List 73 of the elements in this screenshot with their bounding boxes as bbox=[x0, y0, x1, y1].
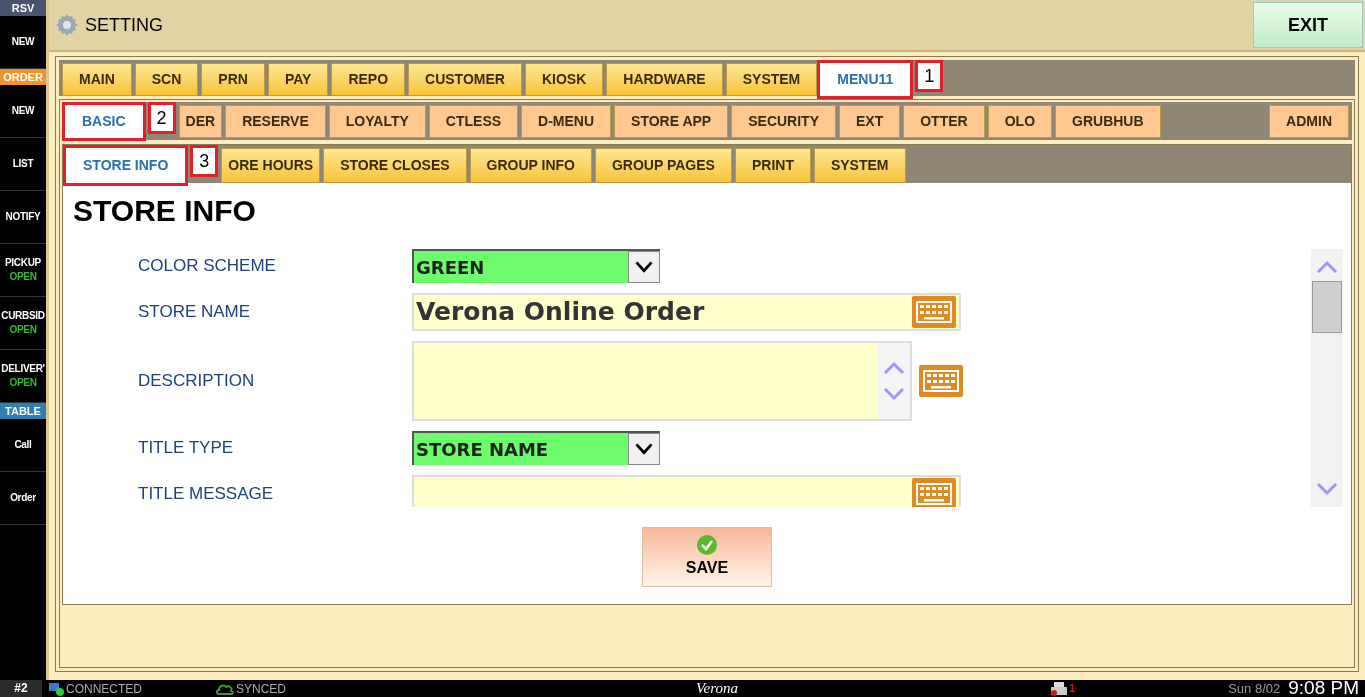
tab[interactable]: DER bbox=[178, 105, 223, 138]
tab[interactable]: SYSTEM bbox=[813, 148, 906, 183]
tab[interactable]: GROUP INFO bbox=[469, 148, 592, 183]
tab[interactable]: GROUP PAGES bbox=[595, 148, 732, 183]
tab[interactable]: PRINT bbox=[734, 148, 811, 183]
tab[interactable]: MAIN bbox=[62, 63, 132, 96]
gear-icon bbox=[55, 13, 79, 37]
cloud-icon bbox=[216, 682, 234, 695]
checkmark-icon bbox=[696, 534, 718, 556]
callout-number: 3 bbox=[190, 145, 219, 177]
tab[interactable]: STORE INFO bbox=[66, 148, 186, 183]
save-button[interactable]: SAVE bbox=[642, 527, 772, 587]
callout-number: 2 bbox=[147, 102, 176, 134]
tab[interactable]: OLO bbox=[987, 105, 1053, 138]
tab[interactable]: CTLESS bbox=[428, 105, 519, 138]
field-label: COLOR SCHEME bbox=[137, 255, 277, 278]
clock: 9:08 PM bbox=[1288, 676, 1359, 697]
tab[interactable]: LOYALTY bbox=[328, 105, 426, 138]
tab[interactable]: STORE APP bbox=[614, 105, 729, 138]
callout-number: 1 bbox=[915, 60, 944, 92]
field-label: DESCRIPTION bbox=[137, 370, 256, 393]
tab[interactable]: EXT bbox=[839, 105, 901, 138]
tab[interactable]: STORE CLOSES bbox=[323, 148, 467, 183]
tab[interactable]: MENU11 bbox=[820, 63, 911, 96]
tab[interactable]: REPO bbox=[331, 63, 406, 96]
exit-button[interactable]: EXIT bbox=[1253, 2, 1363, 48]
station-number: #2 bbox=[0, 680, 42, 697]
tab[interactable]: KIOSK bbox=[524, 63, 604, 96]
connection-status: CONNECTED bbox=[66, 680, 143, 697]
tab[interactable]: SYSTEM bbox=[725, 63, 818, 96]
chevron-down-icon bbox=[628, 433, 660, 465]
sidebar-section-header: TABLE bbox=[0, 403, 46, 419]
scroll-up-icon[interactable] bbox=[882, 360, 906, 376]
keyboard-icon[interactable] bbox=[911, 477, 957, 507]
tab[interactable]: BASIC bbox=[65, 105, 143, 138]
field-label: TITLE TYPE bbox=[137, 437, 235, 460]
dropdown[interactable]: STORE NAME bbox=[412, 431, 660, 465]
tab[interactable]: CUSTOMER bbox=[408, 63, 522, 96]
printer-count: 1 bbox=[1068, 681, 1076, 697]
tab[interactable]: SCN bbox=[134, 63, 199, 96]
page-title: STORE INFO bbox=[73, 193, 257, 229]
tab[interactable]: ADMIN bbox=[1269, 105, 1349, 138]
chevron-down-icon bbox=[628, 251, 660, 283]
tab[interactable]: HARDWARE bbox=[606, 63, 723, 96]
network-icon bbox=[48, 681, 64, 696]
tab[interactable]: GRUBHUB bbox=[1055, 105, 1161, 138]
scrollbar[interactable] bbox=[1311, 249, 1343, 507]
tab[interactable]: RESERVE bbox=[225, 105, 326, 138]
scrollbar-thumb[interactable] bbox=[1312, 281, 1342, 333]
dropdown[interactable]: GREEN bbox=[412, 249, 660, 283]
text-area[interactable] bbox=[412, 341, 912, 421]
tab[interactable]: D-MENU bbox=[521, 105, 612, 138]
text-field[interactable]: Verona Online Order bbox=[412, 293, 961, 331]
window-title: SETTING bbox=[85, 13, 163, 37]
sync-status: SYNCED bbox=[236, 680, 286, 697]
keyboard-icon[interactable] bbox=[911, 295, 957, 329]
keyboard-icon[interactable] bbox=[918, 364, 964, 398]
tab[interactable]: OTTER bbox=[903, 105, 985, 138]
sidebar-section-header: RSV bbox=[0, 0, 46, 16]
text-field[interactable] bbox=[412, 475, 961, 507]
tab[interactable]: SECURITY bbox=[731, 105, 836, 138]
tab[interactable]: ORE HOURS bbox=[221, 148, 321, 183]
scroll-down-icon[interactable] bbox=[882, 386, 906, 402]
printer-icon bbox=[1049, 681, 1068, 696]
field-label: TITLE MESSAGE bbox=[137, 483, 275, 506]
scroll-up-icon[interactable] bbox=[1315, 259, 1339, 275]
scroll-down-icon[interactable] bbox=[1315, 481, 1339, 497]
field-label: STORE NAME bbox=[137, 301, 252, 324]
tab[interactable]: PAY bbox=[267, 63, 329, 96]
brand-name: Verona bbox=[696, 679, 738, 697]
tab[interactable]: PRN bbox=[201, 63, 265, 96]
date: Sun 8/02 bbox=[1228, 679, 1281, 697]
sidebar-section-header: ORDER bbox=[0, 69, 46, 85]
